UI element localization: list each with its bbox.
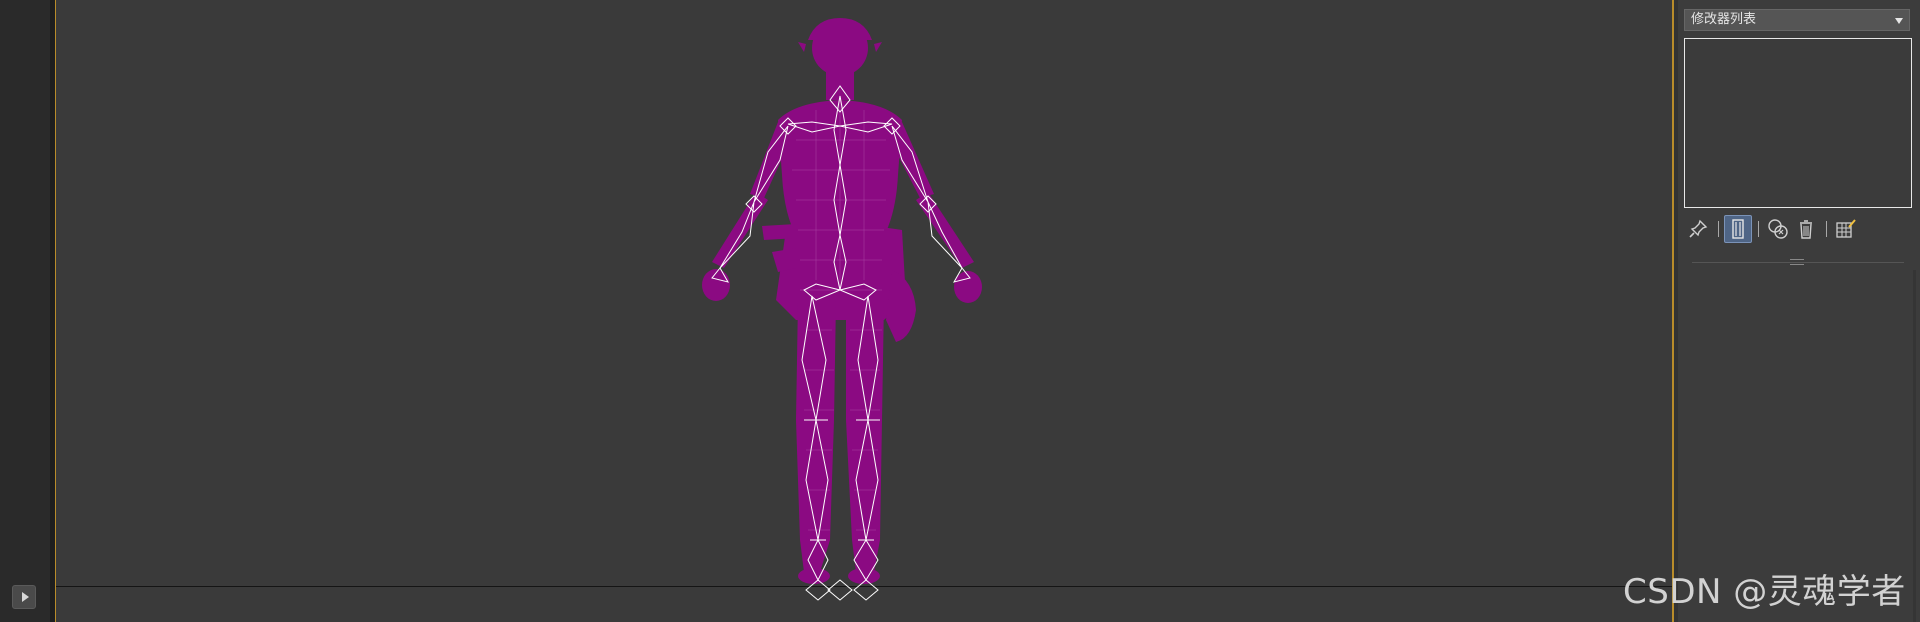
left-timeline-strip (0, 0, 56, 622)
modifier-list-label: 修改器列表 (1691, 12, 1757, 27)
toolbar-separator (1718, 221, 1719, 237)
pin-stack-button[interactable] (1684, 215, 1712, 243)
rollout-grip-handle[interactable] (1790, 259, 1804, 265)
remove-modifier-button[interactable] (1792, 215, 1820, 243)
character-silhouette (702, 18, 982, 584)
character-mesh[interactable] (56, 0, 1673, 622)
toolbar-separator (1826, 221, 1827, 237)
panel-scrollbar[interactable] (1913, 270, 1916, 622)
panel-edge (1674, 0, 1678, 622)
modifier-stack-toolbar (1684, 215, 1912, 243)
play-button[interactable] (12, 585, 36, 609)
make-unique-icon (1768, 219, 1788, 239)
remove-modifier-icon (1800, 220, 1812, 239)
pin-stack-icon (1689, 219, 1708, 238)
chevron-down-icon (1895, 18, 1903, 24)
modify-command-panel: 修改器列表 (1674, 0, 1920, 622)
modifier-stack-list[interactable] (1684, 38, 1912, 208)
modifier-list-dropdown[interactable]: 修改器列表 (1684, 9, 1910, 31)
toolbar-separator (1758, 221, 1759, 237)
watermark-text: CSDN @灵魂学者 (1623, 572, 1906, 612)
make-unique-button[interactable] (1764, 215, 1792, 243)
play-triangle-icon (21, 592, 29, 602)
configure-modifier-sets-icon (1836, 219, 1856, 238)
configure-modifier-sets-button[interactable] (1832, 215, 1860, 243)
show-end-result-button[interactable] (1724, 215, 1752, 243)
show-end-result-icon (1732, 219, 1744, 239)
front-viewport[interactable] (56, 0, 1673, 622)
